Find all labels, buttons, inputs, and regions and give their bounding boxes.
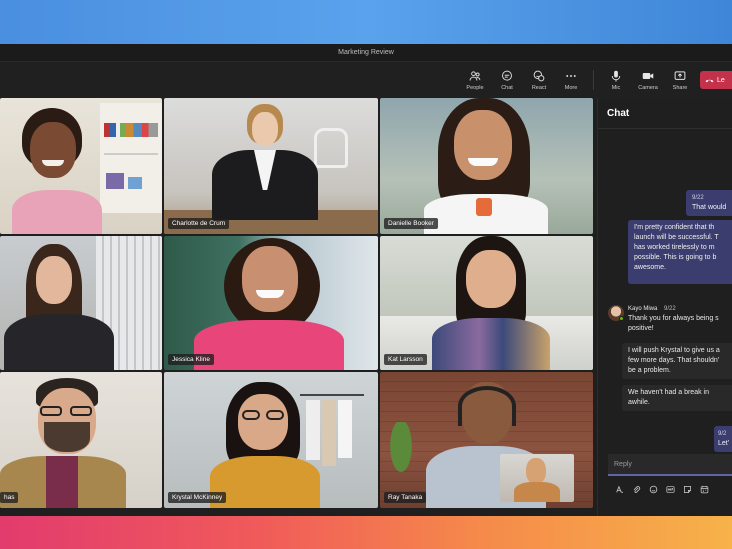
more-button[interactable]: More [555, 64, 587, 96]
attach-button[interactable] [631, 484, 641, 494]
message-text: I will push Krystal to give us a [628, 347, 720, 354]
reply-input[interactable]: Reply [608, 454, 732, 476]
sticker-button[interactable] [682, 484, 692, 494]
leave-label: Le [717, 76, 725, 84]
participant-name-tag: has [0, 492, 19, 503]
schedule-icon [700, 485, 708, 493]
message-header: Kayo Miwa 9/22 [628, 304, 727, 314]
message-text: launch will be successful. T [634, 234, 719, 241]
participant-name-tag: Ray Tanaka [384, 492, 427, 503]
meeting-toolbar: People Chat React More Mic Camera Share [0, 62, 732, 98]
window-title: Marketing Review [0, 44, 732, 62]
participant-name-tag: Charlotte de Crum [168, 218, 230, 229]
message-text: possible. This is going to b [634, 254, 717, 261]
chat-message-other: We haven't had a break in awhile. [622, 385, 732, 411]
video-tile[interactable]: Jessica Kline [164, 236, 378, 370]
chat-message-other: I will push Krystal to give us a few mor… [622, 343, 732, 379]
plant [386, 422, 416, 482]
teams-meeting-window: Marketing Review People Chat React More … [0, 44, 732, 516]
self-view-video[interactable] [500, 454, 574, 502]
chat-message-mine: I'm pretty confident that th launch will… [628, 220, 732, 284]
message-text: few more days. That shouldn' [628, 357, 720, 364]
participant-name-tag: Krystal McKinney [168, 492, 227, 503]
gif-icon [665, 485, 675, 493]
people-icon [469, 70, 481, 81]
more-icon [566, 74, 576, 77]
react-label: React [531, 84, 547, 91]
video-tile[interactable]: Krystal McKinney [164, 372, 378, 508]
chat-label: Chat [501, 84, 513, 91]
chat-divider [598, 128, 732, 129]
message-text: That would [692, 204, 727, 211]
react-icon [533, 70, 545, 81]
camera-button[interactable]: Camera [632, 64, 664, 96]
schedule-button[interactable] [699, 484, 709, 494]
camera-icon [642, 72, 654, 79]
participant-name-tag: Jessica Kline [168, 354, 214, 365]
message-timestamp: 9/22 [664, 306, 676, 312]
people-button[interactable]: People [459, 64, 491, 96]
video-tile[interactable]: Kat Larsson [380, 236, 593, 370]
format-button[interactable] [614, 484, 624, 494]
message-text: We haven't had a break in [628, 389, 709, 396]
chat-message-mine: 9/22 That would [686, 190, 732, 216]
mic-button[interactable]: Mic [600, 64, 632, 96]
chat-panel-title: Chat [607, 108, 630, 119]
message-text: positive! [628, 325, 654, 332]
presence-available-icon [619, 316, 624, 321]
message-text: I'm pretty confident that th [634, 224, 715, 231]
bookshelf [100, 103, 162, 213]
video-tile[interactable]: Danielle Booker [380, 98, 593, 234]
video-tile[interactable]: has [0, 372, 162, 508]
message-timestamp: 9/22 [692, 195, 704, 201]
more-label: More [564, 84, 578, 91]
sticker-icon [683, 485, 691, 493]
reply-placeholder: Reply [614, 461, 632, 468]
message-text: be a problem. [628, 367, 671, 374]
video-tile[interactable]: Ray Tanaka [380, 372, 593, 508]
attach-icon [633, 485, 640, 493]
message-text: awhile. [628, 399, 650, 406]
share-button[interactable]: Share [664, 64, 696, 96]
people-label: People [466, 84, 484, 91]
message-text: Let' [718, 440, 730, 447]
mic-label: Mic [611, 84, 621, 91]
chat-message-mine: 9/2 Let' [714, 426, 732, 452]
mic-icon [611, 70, 621, 82]
video-tile[interactable] [0, 98, 162, 234]
emoji-button[interactable] [648, 484, 658, 494]
phone-hangup-icon [705, 79, 714, 82]
format-icon [615, 485, 623, 493]
clothing-rack [300, 394, 364, 474]
office-chair [314, 128, 348, 168]
leave-button[interactable]: Le [700, 71, 732, 89]
chat-button[interactable]: Chat [491, 64, 523, 96]
message-author: Kayo Miwa [628, 306, 658, 312]
message-text: Thank you for always being s [628, 315, 719, 322]
video-grid: Charlotte de Crum Danielle Booker Jessic… [0, 98, 596, 508]
video-tile[interactable]: Charlotte de Crum [164, 98, 378, 234]
chat-message-other: Kayo Miwa 9/22 Thank you for always bein… [628, 301, 732, 335]
chat-panel: Chat 9/22 That would I'm pretty confiden… [597, 98, 732, 516]
chat-icon [502, 70, 512, 81]
participant-name-tag: Danielle Booker [384, 218, 438, 229]
camera-label: Camera [638, 84, 658, 91]
emoji-icon [649, 485, 657, 493]
toolbar-divider [593, 70, 594, 90]
message-text: awesome. [634, 264, 666, 271]
compose-toolbar [614, 484, 709, 494]
react-button[interactable]: React [523, 64, 555, 96]
message-timestamp: 9/2 [718, 431, 727, 437]
message-text: has worked tirelessly to m [634, 244, 715, 251]
participant-name-tag: Kat Larsson [384, 354, 427, 365]
gif-button[interactable] [665, 484, 675, 494]
desktop-wallpaper-top [0, 0, 732, 44]
share-label: Share [672, 84, 688, 91]
share-icon [674, 70, 686, 80]
video-tile[interactable] [0, 236, 162, 370]
